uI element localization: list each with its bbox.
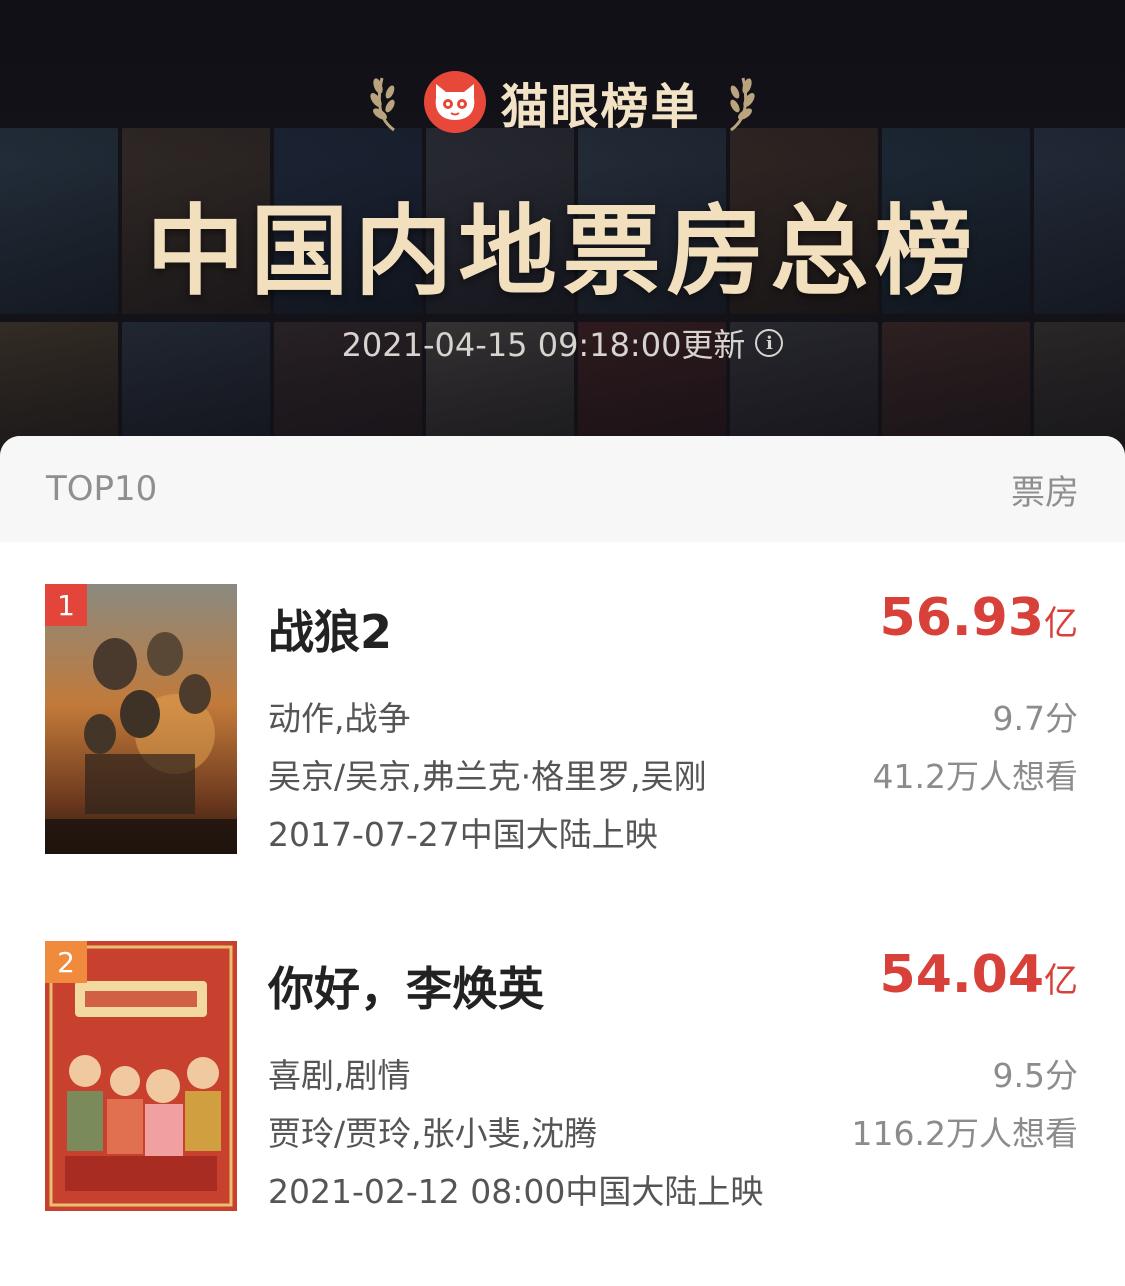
- laurel-right-icon: [729, 77, 755, 132]
- box-office-unit: 亿: [1044, 961, 1078, 1001]
- box-office: 56.93亿: [880, 588, 1078, 648]
- movie-title[interactable]: 你好，李焕英: [268, 953, 544, 1019]
- movie-score: 9.5分: [992, 1056, 1078, 1095]
- movie-genres: 喜剧,剧情: [268, 1056, 411, 1095]
- list-header-right: 票房: [1011, 472, 1079, 513]
- rank-badge: 2: [45, 941, 87, 983]
- box-office-value: 56.93: [879, 588, 1044, 648]
- list-header-left: TOP10: [46, 469, 158, 509]
- box-office-unit: 亿: [1044, 604, 1078, 644]
- update-time-row[interactable]: 2021-04-15 09:18:00更新 i: [0, 320, 1125, 366]
- box-office: 54.04亿: [880, 945, 1078, 1005]
- box-office-value: 54.04: [879, 945, 1044, 1005]
- movie-release: 2017-07-27中国大陆上映: [268, 815, 658, 854]
- ranking-header: 猫眼榜单 中国内地票房总榜 2021-04-15 09:18:00更新 i: [0, 0, 1125, 470]
- movie-poster[interactable]: 1: [45, 584, 237, 854]
- info-icon[interactable]: i: [755, 329, 784, 357]
- movie-release: 2021-02-12 08:00中国大陆上映: [268, 1172, 764, 1211]
- movie-list-item[interactable]: 2 你好，李焕英 54.04亿 喜剧,剧情 贾玲/贾玲,张小斐,沈腾 2021-…: [0, 941, 1125, 1211]
- movie-list-item[interactable]: 1 战狼2 56.93亿 动作,战争 吴京/吴京,弗兰克·格里罗,吴刚 2017…: [0, 584, 1125, 854]
- movie-title[interactable]: 战狼2: [268, 596, 392, 662]
- movie-wish-count: 116.2万人想看: [851, 1114, 1078, 1153]
- page-title: 中国内地票房总榜: [146, 195, 979, 309]
- brand-row: 猫眼榜单: [0, 70, 1125, 135]
- update-time: 2021-04-15 09:18:00更新: [341, 326, 746, 364]
- movie-cast: 吴京/吴京,弗兰克·格里罗,吴刚: [268, 757, 707, 796]
- rank-badge: 1: [45, 584, 87, 626]
- laurel-left-icon: [370, 77, 396, 132]
- movie-cast: 贾玲/贾玲,张小斐,沈腾: [268, 1114, 598, 1153]
- movie-wish-count: 41.2万人想看: [872, 757, 1078, 796]
- maoyan-cat-logo-icon: [424, 71, 487, 133]
- list-header: TOP10 票房: [0, 436, 1125, 542]
- page: 猫眼榜单 中国内地票房总榜 2021-04-15 09:18:00更新 i TO…: [0, 0, 1125, 1286]
- brand-name: 猫眼榜单: [500, 79, 701, 135]
- movie-genres: 动作,战争: [268, 699, 411, 738]
- movie-poster[interactable]: 2: [45, 941, 237, 1211]
- ranking-list-card: TOP10 票房 1 战狼2 56.93亿 动作,战争 吴京/吴京,弗兰克·格里…: [0, 436, 1125, 1286]
- movie-score: 9.7分: [992, 699, 1078, 738]
